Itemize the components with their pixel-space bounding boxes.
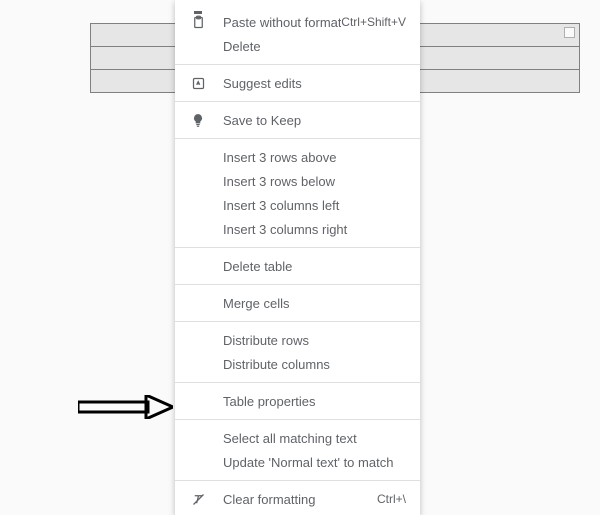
- menu-merge-cells[interactable]: Merge cells: [175, 291, 420, 315]
- menu-item-label: Select all matching text: [223, 431, 406, 446]
- menu-select-all-matching-text[interactable]: Select all matching text: [175, 426, 420, 450]
- menu-suggest-edits[interactable]: Suggest edits: [175, 71, 420, 95]
- clear-formatting-icon: [191, 492, 223, 507]
- menu-item-label: Insert 3 rows below: [223, 174, 406, 189]
- menu-divider: [175, 64, 420, 65]
- context-menu: Paste without formatting Ctrl+Shift+V De…: [175, 0, 420, 515]
- menu-divider: [175, 321, 420, 322]
- menu-item-label: Table properties: [223, 394, 406, 409]
- menu-table-properties[interactable]: Table properties: [175, 389, 420, 413]
- menu-insert-columns-right[interactable]: Insert 3 columns right: [175, 217, 420, 241]
- menu-item-label: Delete: [223, 39, 406, 54]
- menu-divider: [175, 419, 420, 420]
- menu-divider: [175, 480, 420, 481]
- suggest-edits-icon: [191, 76, 223, 91]
- menu-insert-rows-below[interactable]: Insert 3 rows below: [175, 169, 420, 193]
- menu-item-shortcut: Ctrl+\: [377, 492, 406, 506]
- menu-item-label: Suggest edits: [223, 76, 406, 91]
- menu-item-label: Save to Keep: [223, 113, 406, 128]
- menu-paste-without-formatting[interactable]: Paste without formatting Ctrl+Shift+V: [175, 10, 420, 34]
- menu-delete-table[interactable]: Delete table: [175, 254, 420, 278]
- annotation-arrow: [78, 395, 173, 419]
- menu-update-normal-text[interactable]: Update 'Normal text' to match: [175, 450, 420, 474]
- clipboard-icon: [191, 15, 223, 30]
- menu-item-label: Merge cells: [223, 296, 406, 311]
- menu-item-label: Distribute columns: [223, 357, 406, 372]
- menu-item-label: Distribute rows: [223, 333, 406, 348]
- menu-clear-formatting[interactable]: Clear formatting Ctrl+\: [175, 487, 420, 511]
- menu-item-label: Update 'Normal text' to match: [223, 455, 406, 470]
- keep-icon: [191, 113, 223, 128]
- menu-divider: [175, 382, 420, 383]
- menu-item-label: Insert 3 columns right: [223, 222, 406, 237]
- menu-delete[interactable]: Delete: [175, 34, 420, 58]
- menu-item-shortcut: Ctrl+Shift+V: [341, 15, 406, 29]
- menu-divider: [175, 247, 420, 248]
- menu-insert-rows-above[interactable]: Insert 3 rows above: [175, 145, 420, 169]
- menu-save-to-keep[interactable]: Save to Keep: [175, 108, 420, 132]
- menu-distribute-rows[interactable]: Distribute rows: [175, 328, 420, 352]
- menu-item-label: Insert 3 rows above: [223, 150, 406, 165]
- menu-divider: [175, 101, 420, 102]
- menu-distribute-columns[interactable]: Distribute columns: [175, 352, 420, 376]
- menu-divider: [175, 138, 420, 139]
- menu-insert-columns-left[interactable]: Insert 3 columns left: [175, 193, 420, 217]
- menu-item-label: Clear formatting: [223, 492, 377, 507]
- menu-item-label: Insert 3 columns left: [223, 198, 406, 213]
- menu-item-label: Paste without formatting: [223, 15, 341, 30]
- menu-item-label: Delete table: [223, 259, 406, 274]
- menu-divider: [175, 284, 420, 285]
